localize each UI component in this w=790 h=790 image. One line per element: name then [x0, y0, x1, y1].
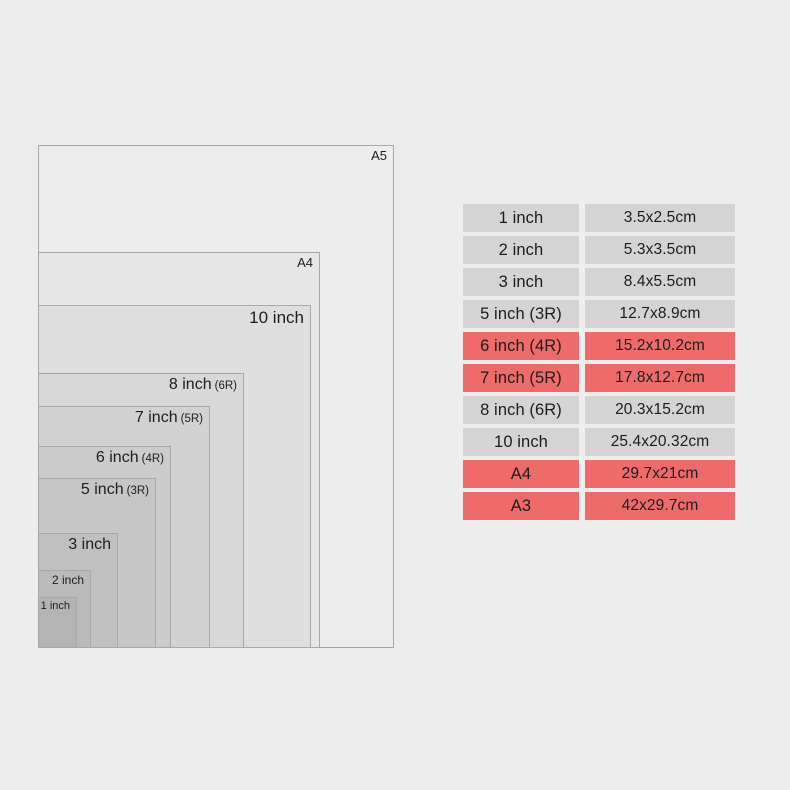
paper-label-text: 7 inch	[134, 409, 178, 426]
paper-label-text: 6 inch	[95, 449, 139, 466]
page-root: A5 A4 10 inch 8 inch (6R) 7 inch (5R) 6 inch (4R…	[0, 0, 790, 790]
dimension-cell: 3.5x2.5cm	[585, 204, 735, 232]
paper-box-label-5inch: 5 inch (3R)	[81, 482, 149, 498]
table-row: 2 inch 5.3x3.5cm	[463, 236, 735, 264]
paper-label-text: 8 inch	[168, 376, 212, 393]
table-row: 5 inch (3R) 12.7x8.9cm	[463, 300, 735, 328]
paper-box-label-1inch: 1 inch	[41, 601, 70, 612]
table-row: 8 inch (6R) 20.3x15.2cm	[463, 396, 735, 424]
paper-label-text: 3 inch	[68, 536, 111, 553]
dimension-cell: 5.3x3.5cm	[585, 236, 735, 264]
size-name-cell: 5 inch (3R)	[463, 300, 579, 328]
paper-box-label-a4: A4	[297, 256, 313, 269]
table-row: 7 inch (5R) 17.8x12.7cm	[463, 364, 735, 392]
paper-box-label-2inch: 2 inch	[52, 574, 84, 586]
paper-box-label-a5: A5	[371, 149, 387, 162]
paper-label-text: A4	[297, 255, 313, 270]
paper-box-1inch: 1 inch	[38, 597, 77, 648]
dimension-cell: 17.8x12.7cm	[585, 364, 735, 392]
paper-box-label-10inch: 10 inch	[249, 309, 304, 326]
size-name-cell: 6 inch (4R)	[463, 332, 579, 360]
size-name-cell: A4	[463, 460, 579, 488]
dimension-cell: 29.7x21cm	[585, 460, 735, 488]
paper-label-sublabel: (6R)	[214, 380, 237, 392]
size-name-cell: A3	[463, 492, 579, 520]
dimension-cell: 8.4x5.5cm	[585, 268, 735, 296]
paper-box-label-7inch: 7 inch (5R)	[135, 410, 203, 426]
paper-box-label-6inch: 6 inch (4R)	[96, 450, 164, 466]
table-row: 6 inch (4R) 15.2x10.2cm	[463, 332, 735, 360]
paper-label-text: 10 inch	[249, 308, 304, 327]
table-row: 10 inch 25.4x20.32cm	[463, 428, 735, 456]
dimension-cell: 42x29.7cm	[585, 492, 735, 520]
paper-label-text: 2 inch	[51, 573, 84, 587]
paper-box-label-3inch: 3 inch	[68, 537, 111, 553]
paper-label-text: 5 inch	[80, 481, 124, 498]
paper-label-text: A5	[371, 148, 387, 163]
paper-label-text: 1 inch	[40, 600, 70, 612]
size-name-cell: 2 inch	[463, 236, 579, 264]
table-row: A4 29.7x21cm	[463, 460, 735, 488]
paper-box-label-8inch: 8 inch (6R)	[169, 377, 237, 393]
table-row: A3 42x29.7cm	[463, 492, 735, 520]
size-name-cell: 3 inch	[463, 268, 579, 296]
table-row: 1 inch 3.5x2.5cm	[463, 204, 735, 232]
size-name-cell: 7 inch (5R)	[463, 364, 579, 392]
dimension-cell: 20.3x15.2cm	[585, 396, 735, 424]
dimension-cell: 12.7x8.9cm	[585, 300, 735, 328]
size-name-cell: 10 inch	[463, 428, 579, 456]
paper-label-sublabel: (3R)	[126, 485, 149, 497]
dimension-cell: 25.4x20.32cm	[585, 428, 735, 456]
nested-paper-size-diagram: A5 A4 10 inch 8 inch (6R) 7 inch (5R) 6 inch (4R…	[0, 0, 430, 790]
paper-label-sublabel: (5R)	[180, 413, 203, 425]
print-size-table: 1 inch 3.5x2.5cm 2 inch 5.3x3.5cm 3 inch 8.4x…	[463, 204, 735, 524]
size-name-cell: 8 inch (6R)	[463, 396, 579, 424]
dimension-cell: 15.2x10.2cm	[585, 332, 735, 360]
paper-label-sublabel: (4R)	[141, 453, 164, 465]
table-row: 3 inch 8.4x5.5cm	[463, 268, 735, 296]
size-name-cell: 1 inch	[463, 204, 579, 232]
